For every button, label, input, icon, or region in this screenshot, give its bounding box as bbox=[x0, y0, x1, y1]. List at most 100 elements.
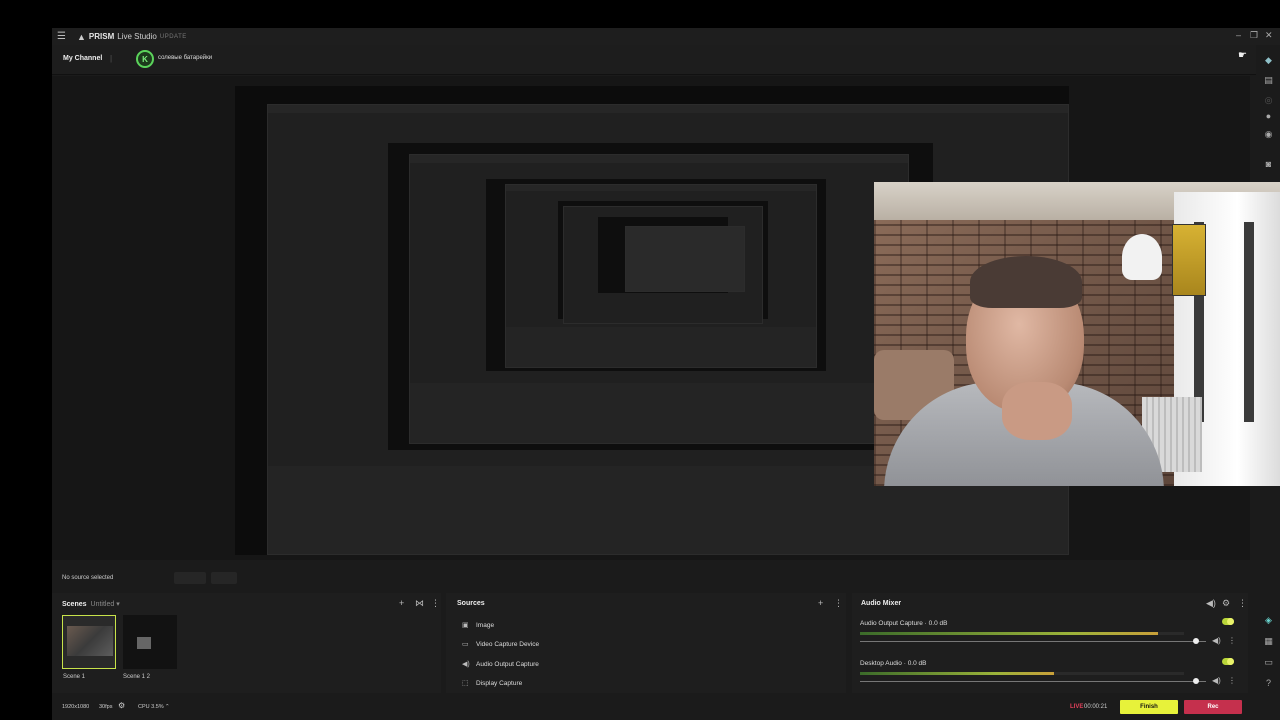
chat-icon[interactable]: ● bbox=[1262, 110, 1275, 123]
volume-slider[interactable] bbox=[860, 638, 1206, 644]
cpu-label: CPU 3.5% bbox=[138, 704, 164, 710]
sources-more-icon[interactable]: ⋮ bbox=[834, 598, 843, 609]
prism-app-icon[interactable]: ◈ bbox=[1262, 614, 1275, 627]
channel-more-icon[interactable]: ⋮ bbox=[1228, 676, 1236, 685]
scenes-title: Scenes Untitled ▾ bbox=[62, 600, 120, 608]
live-indicator: LIVE bbox=[1070, 704, 1084, 710]
source-label: Audio Output Capture bbox=[476, 660, 539, 668]
mixer-channel-label: Audio Output Capture · 0.0 dB bbox=[860, 620, 948, 627]
properties-button[interactable] bbox=[174, 572, 206, 584]
nested-titlebar bbox=[410, 155, 908, 163]
volume-knob[interactable] bbox=[1192, 638, 1199, 644]
video-icon: ▭ bbox=[462, 641, 469, 648]
nested-capture-5 bbox=[625, 226, 745, 292]
gear-icon[interactable]: ⚙ bbox=[118, 701, 125, 710]
mouse-cursor-icon: ☛ bbox=[1238, 50, 1247, 61]
nested-titlebar bbox=[268, 105, 1068, 113]
separator: | bbox=[110, 54, 113, 63]
chat-panel-icon[interactable]: ▭ bbox=[1262, 656, 1275, 669]
source-item-video-capture[interactable]: ▭ Video Capture Device bbox=[462, 637, 539, 651]
source-item-audio-output[interactable]: ◀) Audio Output Capture bbox=[462, 657, 539, 671]
source-label: Video Capture Device bbox=[476, 640, 540, 648]
scene-label-2: Scene 1 2 bbox=[123, 674, 151, 680]
scenes-dock: Scenes Untitled ▾ + ⋈ ⋮ Scene 1 Scene 1 2 bbox=[52, 593, 441, 693]
scene-collection-dropdown[interactable]: Untitled ▾ bbox=[91, 601, 120, 608]
live-timer: 00:00:21 bbox=[1084, 704, 1108, 710]
speaker-icon[interactable]: ◀) bbox=[1212, 676, 1221, 685]
source-label: Display Capture bbox=[476, 679, 523, 687]
sources-title: Sources bbox=[457, 600, 485, 607]
mixer-toggle[interactable] bbox=[1222, 658, 1234, 665]
notification-icon[interactable]: ◉ bbox=[1262, 128, 1275, 141]
resolution-label: 1920x1080 bbox=[62, 704, 90, 710]
display-icon: ⬚ bbox=[462, 680, 469, 687]
my-channel-label[interactable]: My Channel bbox=[63, 55, 102, 62]
scene-thumbnail-2[interactable] bbox=[123, 615, 177, 669]
volume-knob[interactable] bbox=[1192, 678, 1199, 684]
help-icon[interactable]: ? bbox=[1262, 677, 1275, 690]
beauty-icon[interactable]: ▦ bbox=[1262, 635, 1275, 648]
channel-bar: My Channel | K солевые батарейки bbox=[52, 45, 1280, 75]
person-hand bbox=[1002, 382, 1072, 440]
prism-logo-icon: ▲ bbox=[77, 31, 86, 42]
mixer-volume-icon[interactable]: ◀) bbox=[1206, 598, 1216, 609]
title-bar: ☰ ▲ PRISM Live Studio UPDATE – ❐ ✕ bbox=[52, 28, 1280, 45]
audio-meter bbox=[860, 672, 1184, 675]
speaker-icon: ◀) bbox=[462, 661, 470, 668]
sticker-icon[interactable]: ◎ bbox=[1262, 94, 1275, 107]
scenes-title-text: Scenes bbox=[62, 601, 87, 608]
audio-mixer-dock: Audio Mixer ◀) ⚙ ⋮ Audio Output Capture … bbox=[852, 593, 1248, 693]
add-source-icon[interactable]: + bbox=[818, 598, 823, 608]
add-scene-icon[interactable]: + bbox=[399, 598, 404, 608]
rec-button[interactable]: Rec bbox=[1184, 700, 1242, 714]
close-icon[interactable]: ✕ bbox=[1265, 30, 1273, 41]
nested-titlebar bbox=[506, 185, 816, 191]
audio-meter-fill bbox=[860, 672, 1055, 675]
mixer-settings-icon[interactable]: ⚙ bbox=[1222, 598, 1230, 609]
volume-slider[interactable] bbox=[860, 678, 1206, 684]
poster bbox=[1172, 224, 1206, 296]
minimize-icon[interactable]: – bbox=[1236, 30, 1241, 40]
speaker-icon[interactable]: ◀) bbox=[1212, 636, 1221, 645]
sources-dock: Sources + ⋮ ▣ Image ▭ Video Capture Device… bbox=[446, 593, 846, 693]
app-name-light: Live Studio bbox=[117, 32, 157, 41]
camera-icon[interactable]: ◙ bbox=[1262, 158, 1275, 171]
scene-preview bbox=[67, 626, 113, 656]
maximize-icon[interactable]: ❐ bbox=[1250, 30, 1258, 41]
mixer-channel-audio-output: Audio Output Capture · 0.0 dB ◀) ⋮ bbox=[852, 618, 1248, 654]
app-name-bold: PRISM bbox=[88, 32, 115, 41]
no-source-label: No source selected bbox=[62, 575, 114, 581]
scene-thumbnail-1[interactable] bbox=[62, 615, 116, 669]
audio-meter bbox=[860, 632, 1184, 635]
channel-avatar[interactable]: K bbox=[136, 50, 154, 68]
scene-collection-name: Untitled bbox=[90, 601, 115, 608]
lamp bbox=[1122, 234, 1162, 280]
filters-button[interactable] bbox=[211, 572, 237, 584]
update-label[interactable]: UPDATE bbox=[160, 34, 187, 40]
fps-label: 30fps bbox=[99, 704, 113, 710]
mixer-toggle[interactable] bbox=[1222, 618, 1234, 625]
source-label: Image bbox=[476, 621, 495, 629]
hamburger-menu-icon[interactable]: ☰ bbox=[57, 31, 73, 42]
mixer-channel-label: Desktop Audio · 0.0 dB bbox=[860, 660, 927, 667]
webcam-video-feed bbox=[874, 182, 1280, 486]
status-line: No source selected bbox=[52, 568, 1250, 588]
prism-lens-icon[interactable]: ◆ bbox=[1262, 54, 1275, 67]
chevron-up-icon[interactable]: ⌃ bbox=[165, 704, 170, 710]
channel-name[interactable]: солевые батарейки bbox=[158, 55, 212, 61]
window-frame bbox=[1244, 222, 1254, 422]
audio-mixer-title: Audio Mixer bbox=[861, 600, 902, 607]
mixer-channel-desktop-audio: Desktop Audio · 0.0 dB ◀) ⋮ bbox=[852, 658, 1248, 694]
nested-docks bbox=[410, 383, 908, 443]
scenes-more-icon[interactable]: ⋮ bbox=[431, 598, 440, 609]
layout-icon[interactable]: ▤ bbox=[1262, 74, 1275, 87]
image-icon: ▣ bbox=[462, 622, 469, 629]
source-item-image[interactable]: ▣ Image bbox=[462, 618, 494, 632]
scene-preview bbox=[137, 637, 151, 649]
scene-transition-icon[interactable]: ⋈ bbox=[415, 598, 424, 609]
channel-more-icon[interactable]: ⋮ bbox=[1228, 636, 1236, 645]
mixer-more-icon[interactable]: ⋮ bbox=[1238, 598, 1247, 609]
finish-button[interactable]: Finish bbox=[1120, 700, 1178, 714]
avatar-initial: K bbox=[142, 54, 148, 64]
source-item-display-capture[interactable]: ⬚ Display Capture bbox=[462, 676, 522, 690]
